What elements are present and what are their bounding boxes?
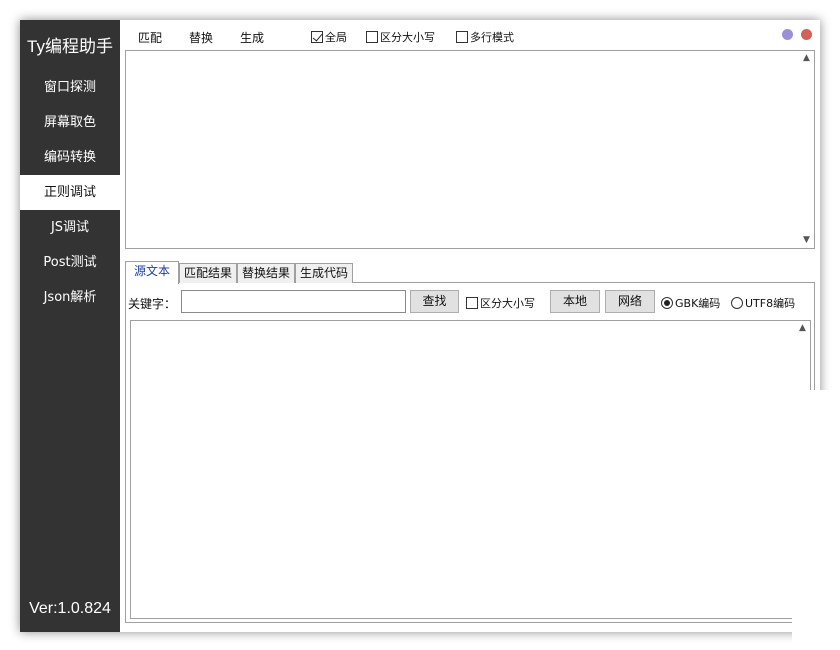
generate-button[interactable]: 生成: [240, 29, 264, 46]
sidebar-item-color-picker[interactable]: 屏幕取色: [20, 105, 120, 140]
chevron-up-icon[interactable]: ▲: [801, 53, 812, 64]
sidebar-item-js[interactable]: JS调试: [20, 210, 120, 245]
multiline-checkbox[interactable]: 多行模式: [456, 29, 514, 45]
keyword-input[interactable]: [181, 290, 406, 313]
page: Ty编程助手 窗口探测 屏幕取色 编码转换 正则调试 JS调试 Post测试 J…: [0, 0, 840, 650]
case-sensitive-checkbox[interactable]: 区分大小写: [366, 29, 435, 45]
tab-match-result[interactable]: 匹配结果: [179, 263, 237, 283]
tab-replace-result[interactable]: 替换结果: [237, 263, 295, 283]
regex-input-editor[interactable]: ▲ ▼: [125, 50, 815, 249]
checkbox-checked-icon[interactable]: [311, 31, 323, 43]
network-button[interactable]: 网络: [605, 290, 655, 313]
global-checkbox[interactable]: 全局: [311, 29, 347, 45]
chevron-up-icon[interactable]: ▲: [797, 323, 808, 334]
search-case-label: 区分大小写: [480, 297, 535, 310]
sidebar-item-window-probe[interactable]: 窗口探测: [20, 70, 120, 105]
case-sensitive-label: 区分大小写: [380, 31, 435, 44]
gbk-radio[interactable]: GBK编码: [661, 295, 720, 311]
sidebar-item-post[interactable]: Post测试: [20, 245, 120, 280]
radio-icon[interactable]: [731, 297, 743, 309]
utf8-radio[interactable]: UTF8编码: [731, 295, 795, 311]
sidebar-item-json[interactable]: Json解析: [20, 280, 120, 315]
match-button[interactable]: 匹配: [138, 29, 162, 46]
sidebar-nav: 窗口探测 屏幕取色 编码转换 正则调试 JS调试 Post测试 Json解析: [20, 70, 120, 315]
keyword-label: 关键字：: [128, 297, 177, 311]
sidebar-item-regex[interactable]: 正则调试: [20, 175, 120, 210]
checkbox-icon[interactable]: [366, 31, 378, 43]
replace-button[interactable]: 替换: [189, 29, 213, 46]
local-button[interactable]: 本地: [550, 290, 600, 313]
tab-source-text[interactable]: 源文本: [125, 261, 179, 284]
minimize-icon[interactable]: [782, 29, 793, 40]
close-icon[interactable]: [801, 29, 812, 40]
search-case-checkbox[interactable]: 区分大小写: [466, 295, 535, 311]
result-tabs: 源文本 匹配结果 替换结果 生成代码: [125, 261, 815, 284]
find-button[interactable]: 查找: [410, 290, 459, 313]
checkbox-icon[interactable]: [456, 31, 468, 43]
global-label: 全局: [325, 31, 347, 44]
checkbox-icon[interactable]: [466, 297, 478, 309]
main-panel: 匹配 替换 生成 全局 区分大小写 多行模式 ▲ ▼ 源文本 匹配结果 替换结果…: [120, 20, 820, 632]
tab-generated-code[interactable]: 生成代码: [295, 263, 353, 283]
version-label: Ver:1.0.824: [29, 600, 111, 617]
chevron-down-icon[interactable]: ▼: [801, 235, 812, 246]
app-title: Ty编程助手: [27, 37, 113, 56]
white-overlay: [792, 390, 840, 650]
multiline-label: 多行模式: [470, 31, 514, 44]
utf8-label: UTF8编码: [745, 297, 796, 310]
source-text-editor[interactable]: ▲: [130, 320, 811, 619]
app-window: Ty编程助手 窗口探测 屏幕取色 编码转换 正则调试 JS调试 Post测试 J…: [20, 20, 820, 632]
radio-selected-icon[interactable]: [661, 297, 673, 309]
sidebar: Ty编程助手 窗口探测 屏幕取色 编码转换 正则调试 JS调试 Post测试 J…: [20, 20, 120, 632]
gbk-label: GBK编码: [675, 297, 721, 310]
sidebar-item-encoding[interactable]: 编码转换: [20, 140, 120, 175]
